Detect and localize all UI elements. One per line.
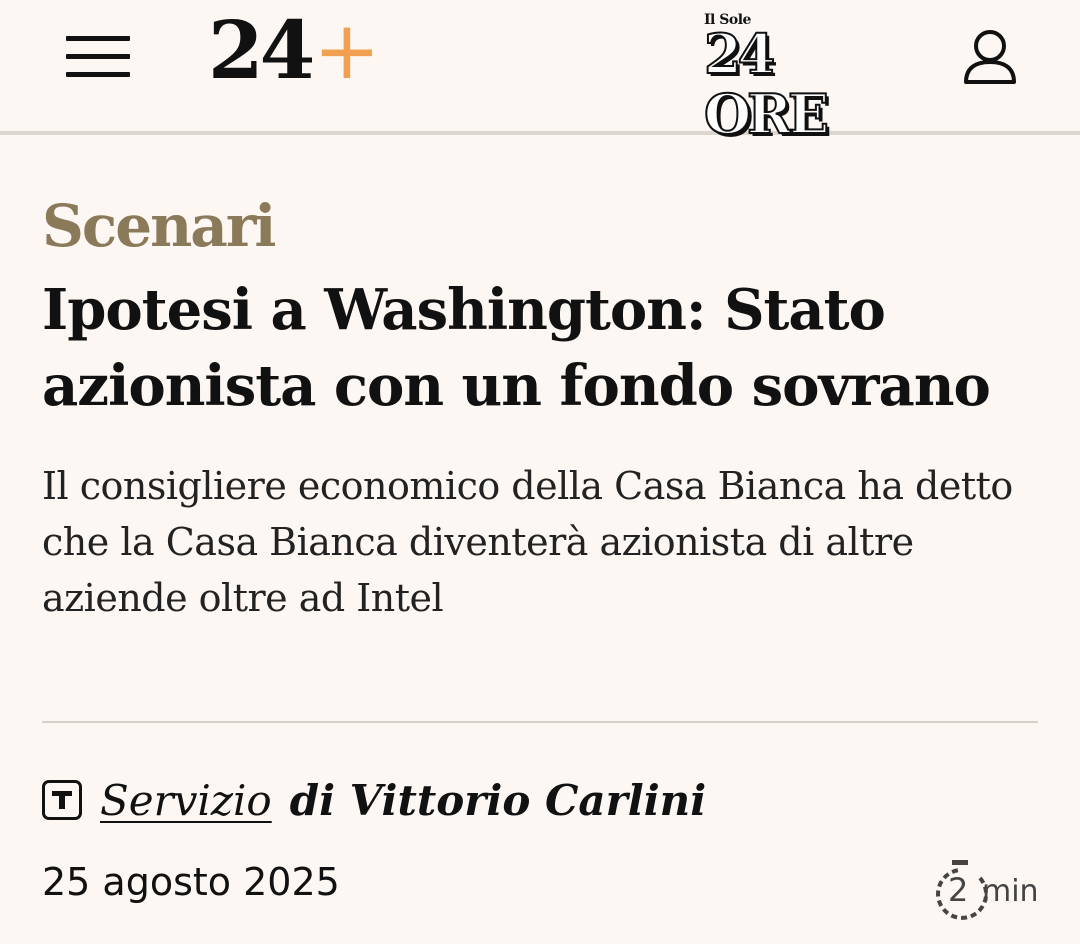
brand-number: 24 [208, 3, 315, 97]
byline-author: di Vittorio Carlini [289, 775, 707, 825]
brand-plus: + [313, 4, 380, 97]
brand-logo-24plus[interactable]: 24+ [208, 0, 380, 100]
read-time: 2 min [930, 858, 1040, 922]
article-subtitle: Il consigliere economico della Casa Bian… [42, 464, 1013, 620]
user-icon[interactable] [962, 28, 1018, 86]
t-badge-icon [42, 780, 82, 820]
read-time-unit: min [982, 874, 1039, 909]
publisher-logo[interactable]: Il Sole 24 ORE [703, 12, 894, 145]
hamburger-menu-icon[interactable] [66, 36, 130, 78]
divider [42, 721, 1038, 723]
read-time-value: 2 [948, 871, 969, 909]
publisher-logo-big: 24 ORE [703, 22, 830, 146]
byline: Servizio di Vittorio Carlini [42, 770, 706, 830]
article-category[interactable]: Scenari [42, 186, 276, 266]
article-date: 25 agosto 2025 [42, 860, 340, 904]
top-header: 24+ Il Sole 24 ORE [0, 0, 1080, 145]
article-headline: Ipotesi a Washington: Stato azionista co… [42, 277, 991, 419]
byline-type-link[interactable]: Servizio [100, 776, 272, 825]
